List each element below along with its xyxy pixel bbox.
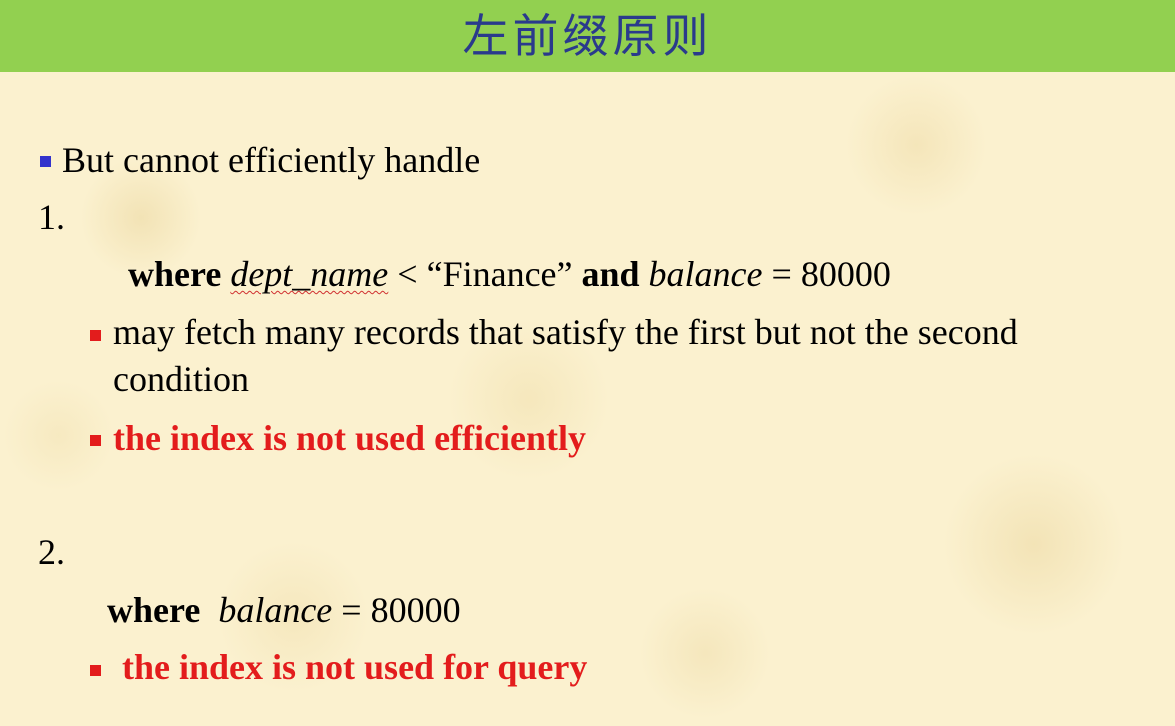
slide-title: 左前缀原则 xyxy=(462,9,713,63)
blue-bullet-icon xyxy=(40,156,51,167)
intro-text: But cannot efficiently handle xyxy=(62,140,481,180)
dept-name-attribute: dept_name xyxy=(230,254,389,294)
title-bar: 左前缀原则 xyxy=(0,0,1175,72)
case1-bullet1-line2: condition xyxy=(113,359,249,399)
where-keyword: where xyxy=(107,590,201,630)
balance-attribute: balance xyxy=(218,590,333,630)
case1-bullet2: the index is not used efficiently xyxy=(113,418,586,458)
comparison-balance: = 80000 xyxy=(771,254,891,294)
comparison-balance: = 80000 xyxy=(341,590,461,630)
case2-number: 2. xyxy=(38,532,65,572)
red-bullet-icon xyxy=(90,435,101,446)
case2-bullet: the index is not used for query xyxy=(122,647,588,687)
balance-attribute: balance xyxy=(648,254,763,294)
comparison-finance: < “Finance” xyxy=(397,254,573,294)
case1-query: where dept_name < “Finance” and balance … xyxy=(128,254,891,294)
red-bullet-icon xyxy=(90,330,101,341)
case1-number: 1. xyxy=(38,197,65,237)
and-keyword: and xyxy=(581,254,640,294)
red-bullet-icon xyxy=(90,665,101,676)
case1-bullet1-line1: may fetch many records that satisfy the … xyxy=(113,312,1018,352)
where-keyword: where xyxy=(128,254,222,294)
case2-query: where balance = 80000 xyxy=(107,590,461,630)
